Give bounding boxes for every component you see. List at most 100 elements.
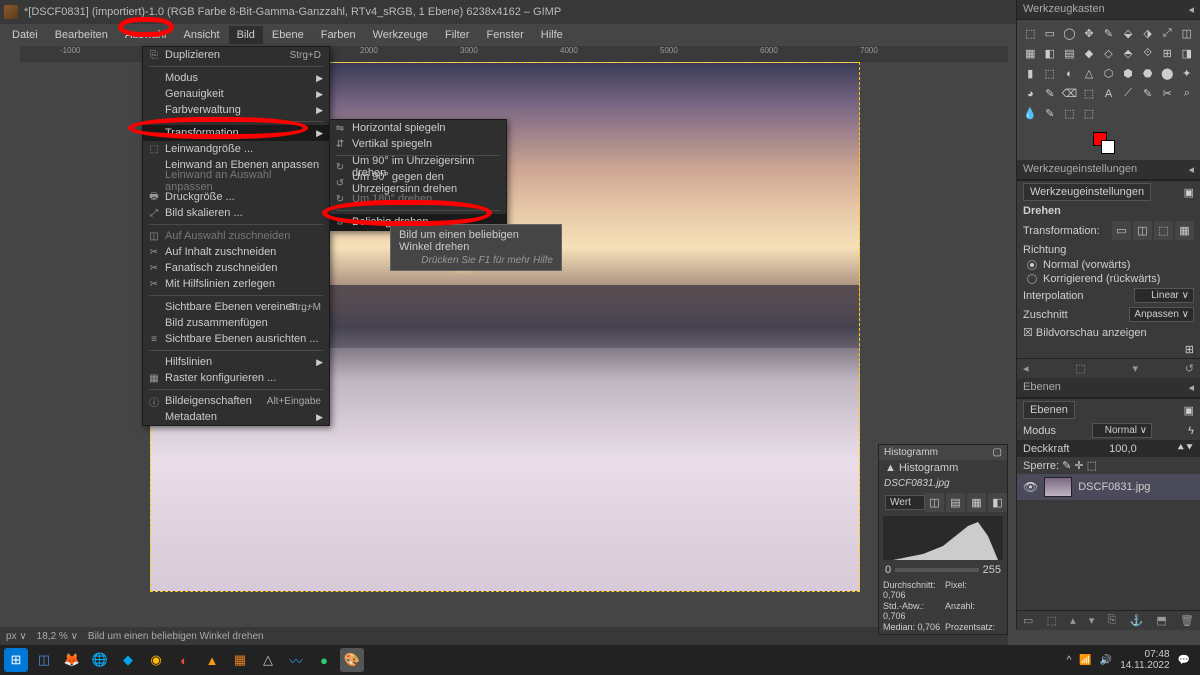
opt-ico-1[interactable]: ◂ [1023, 362, 1029, 375]
app-icon-5[interactable]: ▦ [228, 648, 252, 672]
tool-button[interactable]: ✦ [1178, 64, 1197, 83]
panel-menu-icon[interactable]: ◂ [1188, 163, 1194, 176]
menu-ansicht[interactable]: Ansicht [175, 26, 227, 44]
tool-button[interactable]: ◐ [1060, 64, 1079, 83]
taskview-icon[interactable]: ◫ [32, 648, 56, 672]
tool-button[interactable] [1178, 104, 1197, 123]
menuitem-auf-inhalt-zuschneiden[interactable]: ✂Auf Inhalt zuschneiden [143, 244, 329, 260]
submenuitem-horizontal-spiegeln[interactable]: ⇋Horizontal spiegeln [330, 120, 506, 136]
panel-menu-icon[interactable]: ◂ [1188, 381, 1194, 394]
panel-close-icon[interactable]: ◂ [1188, 3, 1194, 16]
tool-button[interactable]: ⬢ [1119, 64, 1138, 83]
transform-opt-3[interactable]: ⬚ [1154, 221, 1173, 240]
tray-volume-icon[interactable]: 🔊 [1100, 655, 1112, 666]
tool-button[interactable]: ⬚ [1021, 24, 1040, 43]
menu-bearbeiten[interactable]: Bearbeiten [47, 26, 116, 44]
app-icon-1[interactable]: ◆ [116, 648, 140, 672]
tool-button[interactable]: ⊞ [1158, 44, 1177, 63]
menuitem-mit-hilfslinien-zerlegen[interactable]: ✂Mit Hilfslinien zerlegen [143, 276, 329, 292]
background-color[interactable] [1101, 140, 1115, 154]
submenuitem-vertikal-spiegeln[interactable]: ⇵Vertikal spiegeln [330, 136, 506, 152]
gimp-taskbar-icon[interactable]: 🎨 [340, 648, 364, 672]
histo-min[interactable]: 0 [885, 564, 891, 576]
layers-tab[interactable]: Ebenen [1023, 401, 1075, 419]
app-icon-4[interactable]: ▲ [200, 648, 224, 672]
tool-button[interactable]: ▤ [1060, 44, 1079, 63]
tool-button[interactable]: ▭ [1041, 24, 1060, 43]
ly-ico-6[interactable]: ⚓ [1130, 614, 1144, 627]
tool-button[interactable]: ⬚ [1080, 84, 1099, 103]
tool-button[interactable]: ⌫ [1060, 84, 1079, 103]
menu-hilfe[interactable]: Hilfe [533, 26, 571, 44]
menuitem-bildeigenschaften[interactable]: ⓘBildeigenschaftenAlt+Eingabe [143, 393, 329, 409]
taskbar-clock[interactable]: 07:48 14.11.2022 [1120, 649, 1169, 671]
ly-ico-5[interactable]: ⎘ [1108, 614, 1117, 627]
tool-button[interactable]: ✎ [1099, 24, 1118, 43]
tool-button[interactable]: ⬤ [1158, 64, 1177, 83]
tool-button[interactable]: ◆ [1080, 44, 1099, 63]
deckkraft-value[interactable]: 100,0 [1109, 443, 1137, 455]
histo-mode-4[interactable]: ◧ [988, 493, 1007, 512]
tool-button[interactable]: A [1099, 84, 1118, 103]
tool-button[interactable]: △ [1080, 64, 1099, 83]
layer-name[interactable]: DSCF0831.jpg [1078, 481, 1150, 493]
status-zoom[interactable]: 18,2 % ∨ [37, 631, 78, 642]
submenuitem-um-drehen[interactable]: ↻Um 180° drehen [330, 191, 506, 207]
tool-button[interactable]: ✎ [1138, 84, 1157, 103]
status-unit[interactable]: px ∨ [6, 631, 27, 642]
menu-ebene[interactable]: Ebene [264, 26, 312, 44]
tool-button[interactable]: ⬚ [1060, 104, 1079, 123]
tool-button[interactable]: ⬚ [1080, 104, 1099, 123]
firefox-icon[interactable]: 🦊 [60, 648, 84, 672]
menuitem-sichtbare-ebenen-ausrichten-[interactable]: ≡Sichtbare Ebenen ausrichten ... [143, 331, 329, 347]
app-icon-3[interactable]: ◐ [172, 648, 196, 672]
histogram-close-icon[interactable]: ▢ [993, 447, 1002, 458]
tool-button[interactable]: ◇ [1099, 44, 1118, 63]
opt-ico-3[interactable]: ▾ [1132, 362, 1138, 375]
menu-datei[interactable]: Datei [4, 26, 46, 44]
tool-button[interactable] [1099, 104, 1118, 123]
transform-opt-4[interactable]: ▦ [1175, 221, 1194, 240]
deckkraft-spinner[interactable]: ⯅⯆ [1176, 442, 1194, 455]
submenuitem-um-gegen-den-uhrzeigersinn-drehen[interactable]: ↺Um 90° gegen den Uhrzeigersinn drehen [330, 175, 506, 191]
chrome-icon[interactable]: 🌐 [88, 648, 112, 672]
menu-fenster[interactable]: Fenster [478, 26, 531, 44]
layer-thumbnail[interactable] [1044, 477, 1072, 497]
tray-wifi-icon[interactable]: 📶 [1079, 655, 1091, 666]
ly-ico-2[interactable]: ⬚ [1047, 614, 1057, 627]
tool-button[interactable]: ▦ [1021, 44, 1040, 63]
interpolation-select[interactable]: Linear ∨ [1134, 288, 1194, 303]
modus-extra-icon[interactable]: ϟ [1188, 425, 1194, 437]
tool-button[interactable]: ✂ [1158, 84, 1177, 103]
ly-ico-4[interactable]: ▾ [1089, 614, 1095, 627]
menu-farben[interactable]: Farben [313, 26, 364, 44]
modus-select[interactable]: Normal ∨ [1092, 423, 1152, 438]
menuitem-sichtbare-ebenen-vereinen-[interactable]: Sichtbare Ebenen vereinen ...Strg+M [143, 299, 329, 315]
histogram-channel[interactable]: Wert [885, 495, 925, 510]
app-icon-7[interactable]: 〰 [284, 648, 308, 672]
histo-mode-2[interactable]: ▤ [946, 493, 965, 512]
tool-button[interactable]: ⬡ [1099, 64, 1118, 83]
menuitem-duplizieren[interactable]: ⎘DuplizierenStrg+D [143, 47, 329, 63]
ly-ico-7[interactable]: ⬒ [1156, 614, 1166, 627]
layer-row[interactable]: 👁 DSCF0831.jpg [1017, 474, 1200, 500]
tool-button[interactable]: ⤢ [1158, 24, 1177, 43]
tab-config-icon[interactable]: ▣ [1184, 404, 1194, 417]
bildvorschau-check[interactable]: ☒ Bildvorschau anzeigen [1017, 324, 1200, 341]
menu-filter[interactable]: Filter [437, 26, 477, 44]
ly-ico-8[interactable]: 🗑 [1180, 614, 1194, 627]
menuitem-farbverwaltung[interactable]: Farbverwaltung▶ [143, 102, 329, 118]
notifications-icon[interactable]: 💬 [1178, 655, 1190, 666]
menuitem-metadaten[interactable]: Metadaten▶ [143, 409, 329, 425]
start-button[interactable]: ⊞ [4, 648, 28, 672]
menuitem-genauigkeit[interactable]: Genauigkeit▶ [143, 86, 329, 102]
tool-button[interactable] [1119, 104, 1138, 123]
tray-chevron-icon[interactable]: ^ [1067, 655, 1072, 666]
menu-werkzeuge[interactable]: Werkzeuge [365, 26, 436, 44]
tool-button[interactable]: ⬣ [1138, 64, 1157, 83]
opt-ico-4[interactable]: ↺ [1185, 362, 1194, 375]
richtung-normal[interactable]: Normal (vorwärts) [1017, 258, 1200, 272]
layer-visibility-icon[interactable]: 👁 [1023, 480, 1038, 494]
menuitem-hilfslinien[interactable]: Hilfslinien▶ [143, 354, 329, 370]
tool-button[interactable]: ▮ [1021, 64, 1040, 83]
